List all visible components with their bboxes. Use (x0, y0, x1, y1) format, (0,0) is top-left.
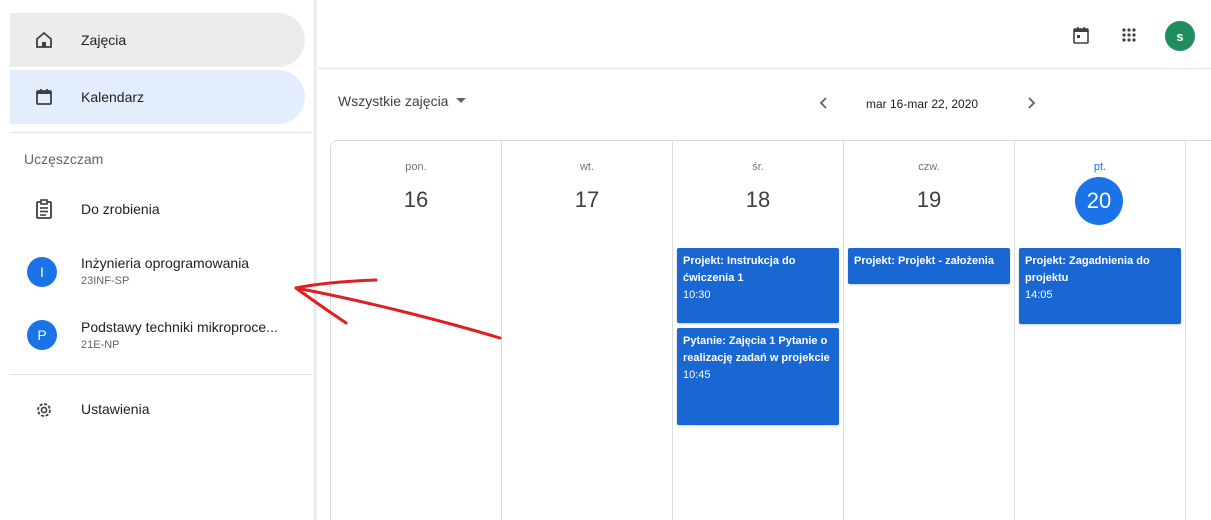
chevron-right-icon (1028, 97, 1036, 109)
clipboard-icon (34, 199, 54, 219)
day-number-today: 20 (1075, 177, 1123, 225)
day-column-wed: śr. 18 Projekt: Instrukcja do ćwiczenia … (673, 141, 844, 520)
nav-item-todo[interactable]: Do zrobienia (10, 185, 305, 233)
nav-item-calendar[interactable]: Kalendarz (10, 70, 305, 124)
sidebar-divider (10, 374, 313, 375)
day-column-tue: wt. 17 (502, 141, 673, 520)
event-title: Projekt: Instrukcja do ćwiczenia 1 (683, 255, 796, 284)
day-abbr: czw. (918, 161, 940, 173)
day-column-mon: pon. 16 (331, 141, 502, 520)
day-number: 17 (574, 187, 600, 212)
nav-item-classes[interactable]: Zajęcia (10, 13, 305, 67)
day-abbr: pon. (405, 161, 427, 173)
day-number: 18 (745, 187, 771, 212)
nav-label-calendar: Kalendarz (81, 89, 145, 105)
date-range-label: mar 16-mar 22, 2020 (866, 97, 979, 111)
class-filter-dropdown[interactable]: Wszystkie zajęcia (338, 93, 467, 109)
event-card[interactable]: Projekt: Zagadnienia do projektu 14:05 (1019, 248, 1181, 324)
sidebar: Zajęcia Kalendarz Uczęszczam Do zrobieni… (0, 0, 314, 520)
topbar: s (318, 0, 1211, 69)
event-title: Projekt: Zagadnienia do projektu (1025, 255, 1150, 284)
event-card[interactable]: Projekt: Instrukcja do ćwiczenia 1 10:30 (677, 248, 839, 323)
class-item-microprocessor[interactable]: P Podstawy techniki mikroproce... 21E-NP (10, 312, 305, 366)
event-title: Pytanie: Zajęcia 1 Pytanie o realizację … (683, 335, 830, 364)
day-abbr: śr. (752, 161, 764, 173)
day-number: 19 (916, 187, 942, 212)
day-column-fri: pt. 20 Projekt: Zagadnienia do projektu … (1015, 141, 1186, 520)
class-name: Podstawy techniki mikroproce... (81, 319, 278, 335)
calendar-grid: pon. 16 wt. 17 śr. 18 Projekt: Instrukcj… (330, 140, 1211, 520)
class-name: Inżynieria oprogramowania (81, 255, 250, 271)
day-abbr: wt. (579, 161, 595, 173)
gear-icon (34, 400, 54, 420)
nav-item-settings[interactable]: Ustawienia (10, 386, 305, 434)
nav-label-todo: Do zrobienia (81, 201, 160, 217)
class-avatar: P (27, 320, 57, 350)
section-label-enrolled: Uczęszczam (24, 151, 104, 167)
class-avatar: I (27, 257, 57, 287)
nav-label-classes: Zajęcia (81, 32, 127, 48)
next-week-button[interactable] (1021, 92, 1043, 114)
home-icon (34, 30, 54, 50)
chevron-left-icon (819, 97, 827, 109)
user-avatar[interactable]: s (1165, 21, 1195, 51)
calendar-icon[interactable] (1070, 24, 1092, 46)
day-number: 16 (403, 187, 429, 212)
nav-label-settings: Ustawienia (81, 401, 150, 417)
class-filter-label: Wszystkie zajęcia (338, 93, 449, 109)
day-column-thu: czw. 19 Projekt: Projekt - założenia (844, 141, 1015, 520)
prev-week-button[interactable] (812, 92, 834, 114)
event-time: 10:30 (683, 289, 711, 301)
event-card[interactable]: Projekt: Projekt - założenia (848, 248, 1010, 284)
caret-down-icon (456, 98, 467, 103)
event-time: 10:45 (683, 369, 711, 381)
day-abbr-today: pt. (1093, 161, 1107, 173)
class-item-software-engineering[interactable]: I Inżynieria oprogramowania 23INF-SP (10, 248, 305, 302)
event-time: 14:05 (1025, 289, 1053, 301)
event-card[interactable]: Pytanie: Zajęcia 1 Pytanie o realizację … (677, 328, 839, 425)
calendar-icon (34, 87, 54, 107)
class-code: 21E-NP (81, 339, 120, 351)
sidebar-shadow (314, 0, 318, 520)
sidebar-divider (10, 132, 313, 133)
event-title: Projekt: Projekt - założenia (854, 255, 994, 267)
apps-grid-icon[interactable] (1118, 24, 1140, 46)
class-code: 23INF-SP (81, 275, 130, 287)
